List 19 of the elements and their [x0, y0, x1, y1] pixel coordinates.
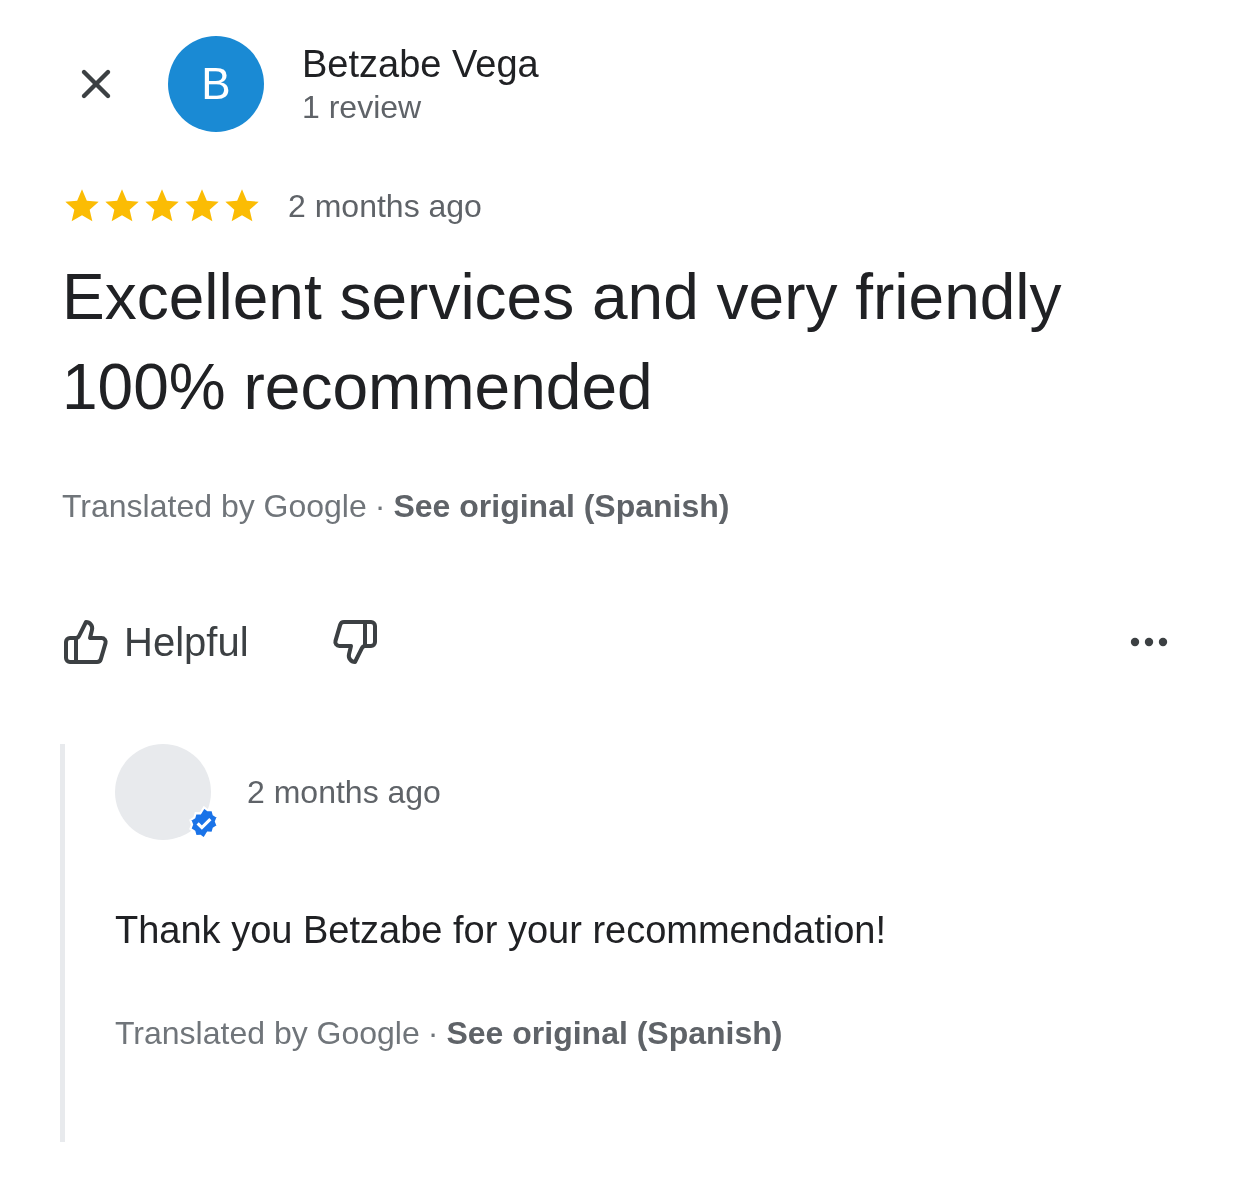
translation-note: Translated by Google: [62, 487, 367, 526]
reviewer-avatar: B: [168, 36, 264, 132]
translation-note: Translated by Google: [115, 1014, 420, 1053]
helpful-button[interactable]: Helpful: [62, 612, 249, 672]
see-original-link[interactable]: See original (Spanish): [393, 482, 730, 530]
review-count: 1 review: [302, 88, 423, 127]
separator-dot: ·: [427, 1014, 439, 1053]
reply-text: Thank you Betzabe for your recommendation!: [115, 908, 887, 953]
thumbs-down-icon: [330, 618, 379, 666]
reviewer-name: Betzabe Vega: [302, 42, 539, 87]
separator-dot: ·: [374, 487, 386, 526]
see-original-link[interactable]: See original (Spanish): [446, 1009, 783, 1057]
reply-time: 2 months ago: [247, 773, 441, 812]
review-text: Excellent services and very friendly 100% recommended: [62, 260, 1062, 425]
more-icon: [1130, 637, 1168, 647]
more-options-button[interactable]: [1130, 637, 1168, 647]
thumbs-up-icon: [62, 618, 110, 666]
review-time: 2 months ago: [288, 187, 482, 226]
not-helpful-button[interactable]: [330, 618, 379, 666]
